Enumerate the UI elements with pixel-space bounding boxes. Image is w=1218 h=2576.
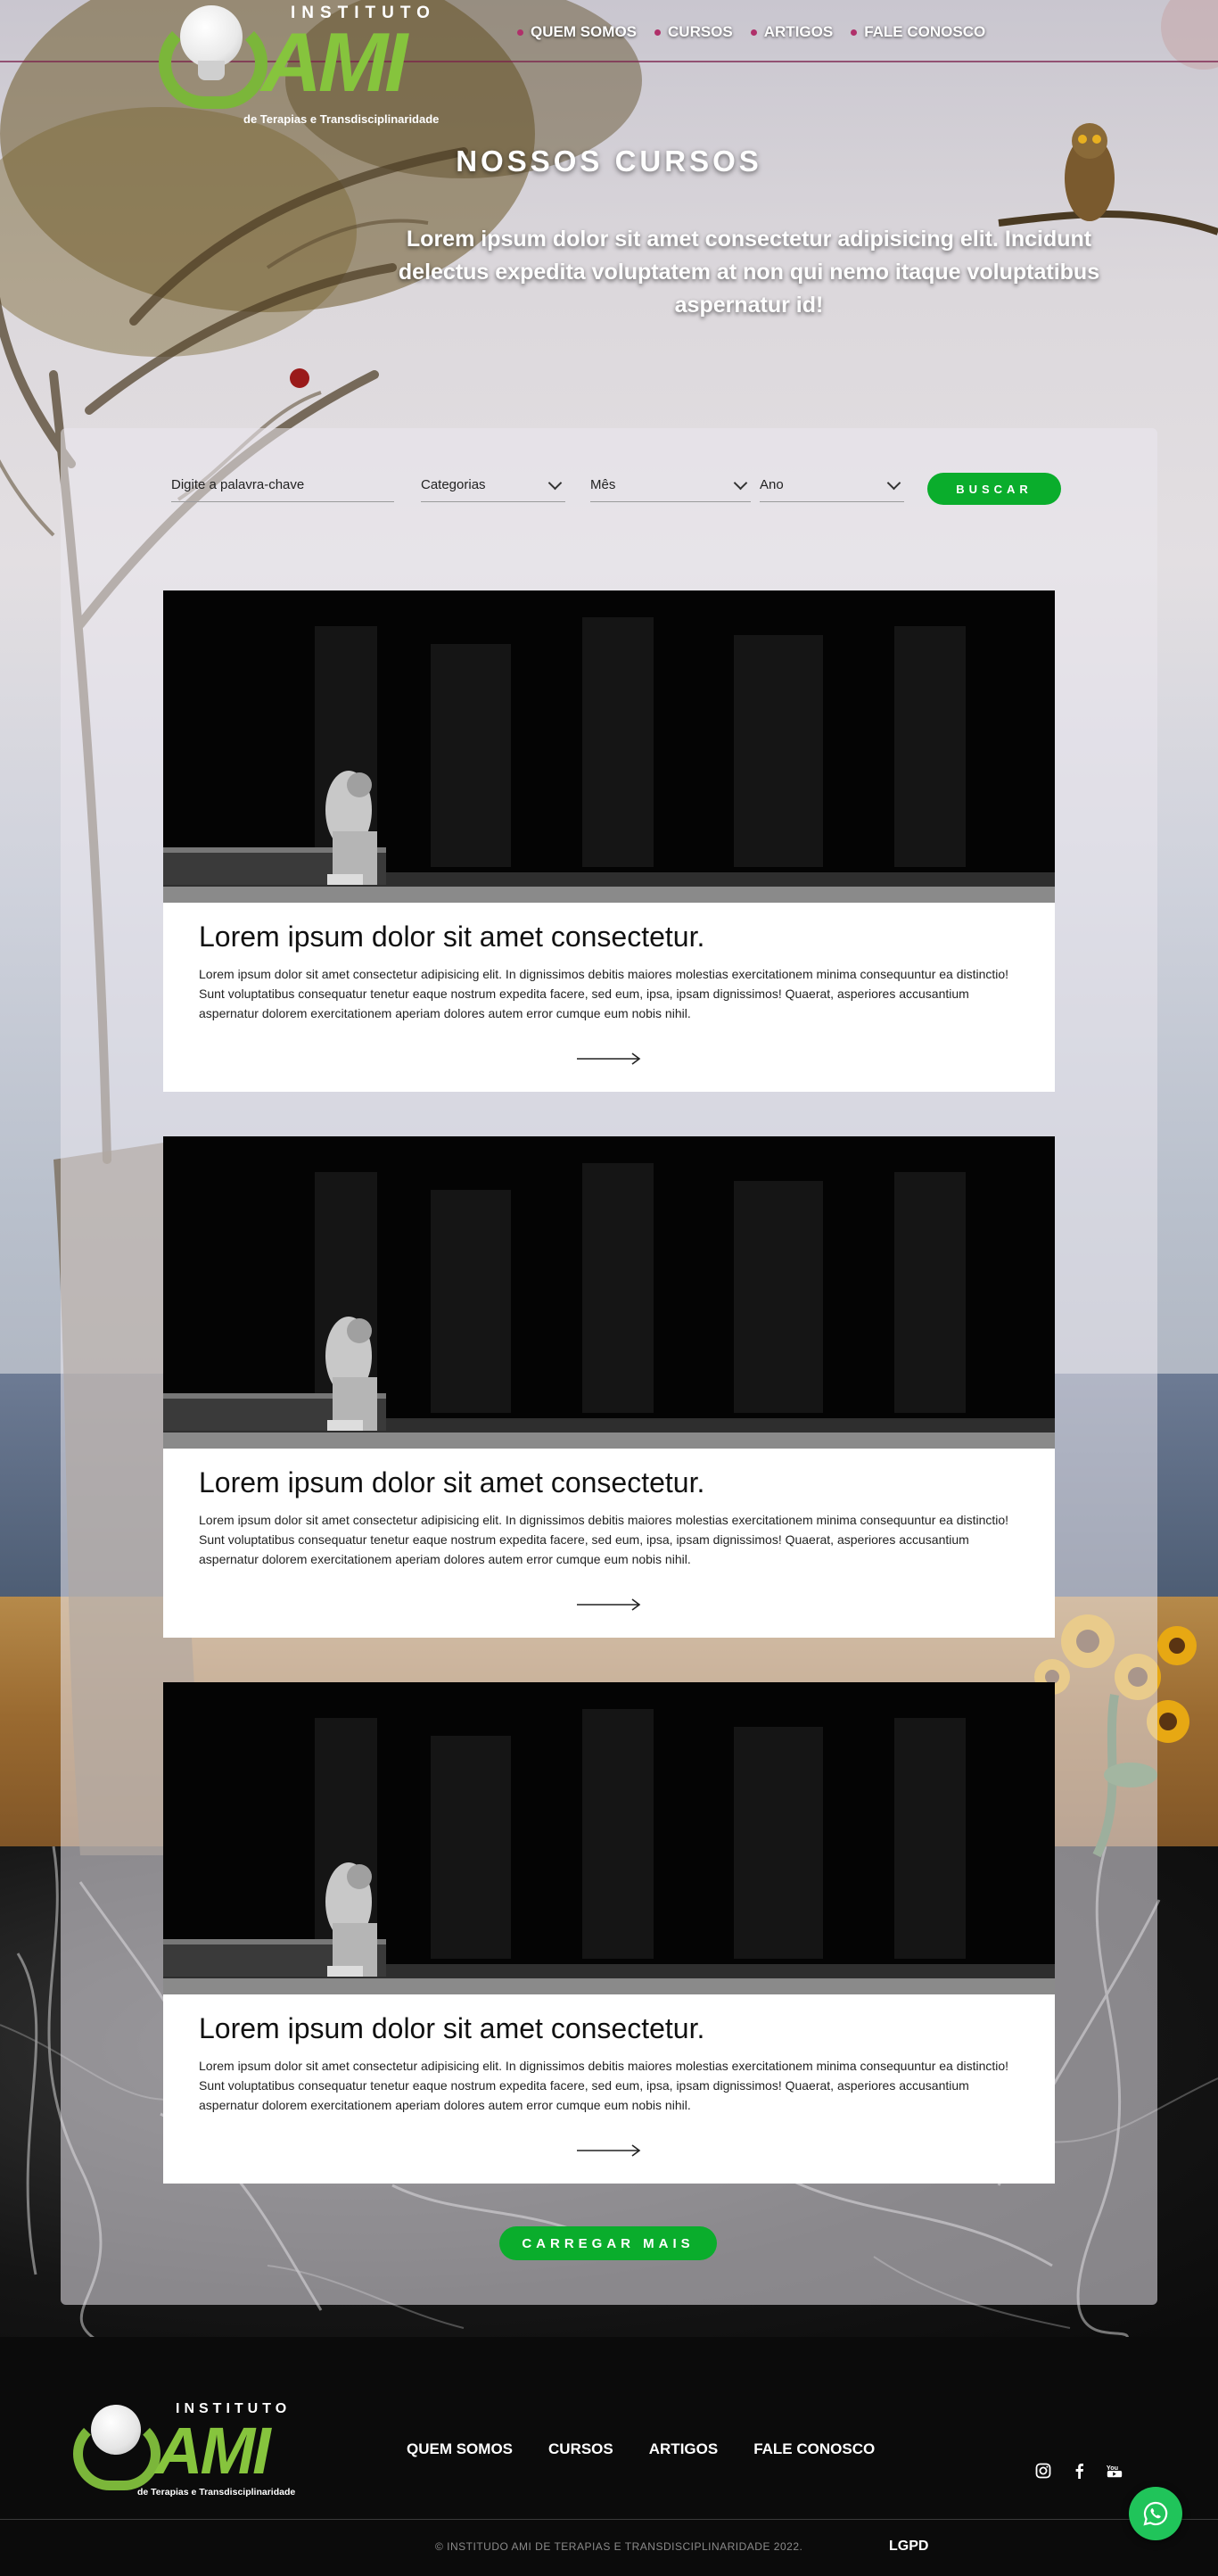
keyword-input[interactable] [171,473,394,496]
footer-nav: QUEM SOMOS CURSOS ARTIGOS FALE CONOSCO [407,2440,875,2458]
year-select[interactable]: Ano [760,473,904,502]
nav-label: FALE CONOSCO [864,23,986,40]
nav-item-artigos[interactable]: ARTIGOS [750,23,834,41]
keyword-field-wrapper [171,473,394,502]
whatsapp-icon [1143,2501,1168,2526]
logo-subtitle: de Terapias e Transdisciplinaridade [137,2487,296,2498]
category-select[interactable]: Categorias [421,473,565,502]
logo-subtitle: de Terapias e Transdisciplinaridade [243,112,440,126]
logo-main-text: AMI [155,2414,271,2488]
lgpd-link[interactable]: LGPD [889,2539,928,2555]
course-image [163,1682,1055,1994]
main-nav: QUEM SOMOS CURSOS ARTIGOS FALE CONOSCO [517,23,985,41]
load-more-button[interactable]: CARREGAR MAIS [499,2226,717,2260]
nav-label: ARTIGOS [763,23,834,40]
logo-main-text: AMI [261,15,407,109]
arrow-right-icon[interactable] [577,1597,641,1613]
year-select-label: Ano [760,476,784,492]
facebook-icon[interactable] [1070,2462,1088,2480]
youtube-icon[interactable]: You [1106,2462,1123,2480]
chevron-down-icon [547,475,563,490]
month-select[interactable]: Mês [590,473,751,502]
site-logo[interactable]: INSTITUTO AMI de Terapias e Transdiscipl… [159,2,453,127]
nav-bullet-icon [517,29,523,36]
arrow-right-icon[interactable] [577,1051,641,1067]
course-card[interactable]: Lorem ipsum dolor sit amet consectetur. … [163,1682,1055,2184]
footer-divider [0,2519,1218,2520]
course-description: Lorem ipsum dolor sit amet consectetur a… [199,1513,1009,1566]
nav-bullet-icon [654,29,662,36]
nav-label: QUEM SOMOS [531,23,638,40]
youtube-icon-text: You [1107,2464,1118,2472]
course-card[interactable]: Lorem ipsum dolor sit amet consectetur. … [163,590,1055,1092]
course-image [163,590,1055,903]
copyright-text: © INSTITUDO AMI DE TERAPIAS E TRANSDISCI… [435,2540,803,2553]
nav-item-cursos[interactable]: CURSOS [654,23,733,41]
search-button[interactable]: BUSCAR [927,473,1061,505]
nav-item-quem-somos[interactable]: QUEM SOMOS [517,23,637,41]
course-body: Lorem ipsum dolor sit amet consectetur. … [199,2012,1019,2115]
footer-logo[interactable]: INSTITUTO AMI de Terapias e Transdiscipl… [73,2399,305,2498]
whatsapp-button[interactable] [1129,2487,1182,2540]
arrow-right-icon[interactable] [577,2143,641,2159]
footer-nav-cursos[interactable]: CURSOS [548,2440,613,2458]
nav-bullet-icon [851,29,858,36]
course-body: Lorem ipsum dolor sit amet consectetur. … [199,921,1019,1023]
course-title: Lorem ipsum dolor sit amet consectetur. [199,921,705,953]
nav-item-fale-conosco[interactable]: FALE CONOSCO [851,23,985,41]
footer-nav-fale-conosco[interactable]: FALE CONOSCO [753,2440,875,2458]
footer-nav-quem-somos[interactable]: QUEM SOMOS [407,2440,513,2458]
logo-bulb-icon [91,2405,141,2455]
category-select-label: Categorias [421,476,486,492]
footer-nav-artigos[interactable]: ARTIGOS [649,2440,718,2458]
chevron-down-icon [886,475,901,490]
course-body: Lorem ipsum dolor sit amet consectetur. … [199,1466,1019,1569]
course-title: Lorem ipsum dolor sit amet consectetur. [199,2012,705,2044]
course-image [163,1136,1055,1449]
logo-bulb-base [198,61,225,80]
nav-label: CURSOS [668,23,733,40]
course-title: Lorem ipsum dolor sit amet consectetur. [199,1466,705,1499]
course-description: Lorem ipsum dolor sit amet consectetur a… [199,2059,1009,2112]
instagram-icon[interactable] [1034,2462,1052,2480]
month-select-label: Mês [590,476,616,492]
page-title: NOSSOS CURSOS [456,144,762,178]
logo-bulb-icon [180,5,243,68]
chevron-down-icon [733,475,748,490]
hero-description: Lorem ipsum dolor sit amet consectetur a… [398,227,1100,318]
nav-bullet-icon [750,29,757,36]
social-links: You [1034,2462,1123,2480]
course-description: Lorem ipsum dolor sit amet consectetur a… [199,967,1009,1020]
course-card[interactable]: Lorem ipsum dolor sit amet consectetur. … [163,1136,1055,1638]
